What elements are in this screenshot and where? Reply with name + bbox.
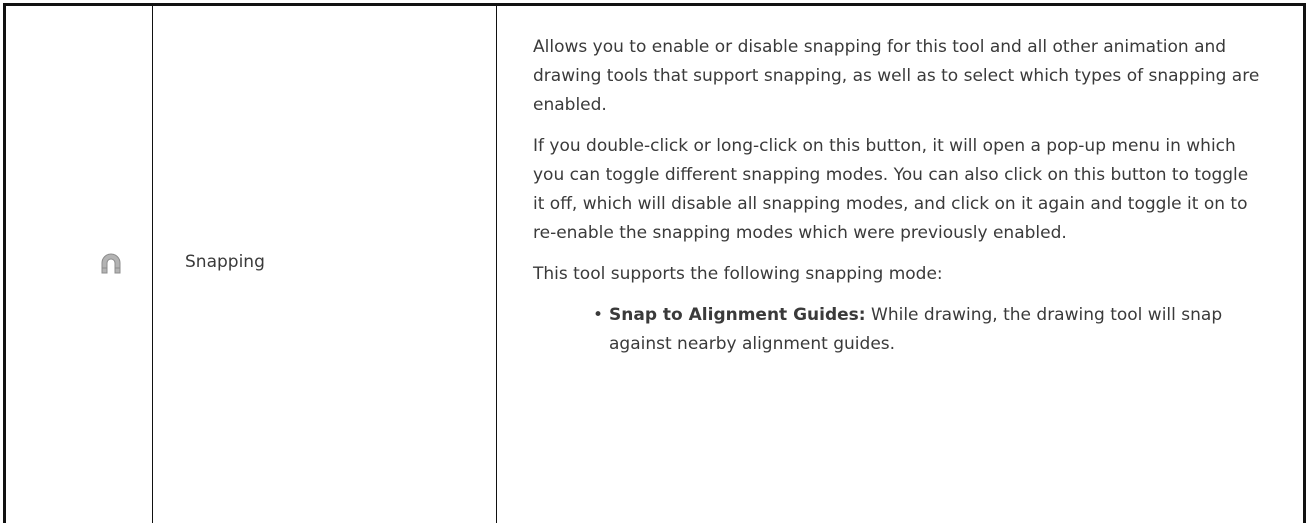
icon-cell	[6, 6, 152, 523]
property-table: Snapping Allows you to enable or disable…	[3, 3, 1306, 523]
magnet-icon	[101, 253, 121, 274]
description-paragraph: If you double-click or long-click on thi…	[533, 136, 1249, 243]
tool-name: Snapping	[185, 252, 265, 272]
list-item: • Snap to Alignment Guides: While drawin…	[593, 301, 1263, 359]
description-paragraph: This tool supports the following snappin…	[533, 264, 943, 284]
description-content: Allows you to enable or disable snapping…	[533, 33, 1263, 359]
snapping-mode-list: • Snap to Alignment Guides: While drawin…	[533, 301, 1263, 359]
description-cell: Allows you to enable or disable snapping…	[497, 6, 1302, 523]
name-cell: Snapping	[153, 6, 496, 523]
description-paragraph: Allows you to enable or disable snapping…	[533, 37, 1260, 115]
bullet-icon: •	[593, 305, 604, 325]
list-item-title: Snap to Alignment Guides:	[609, 305, 866, 325]
